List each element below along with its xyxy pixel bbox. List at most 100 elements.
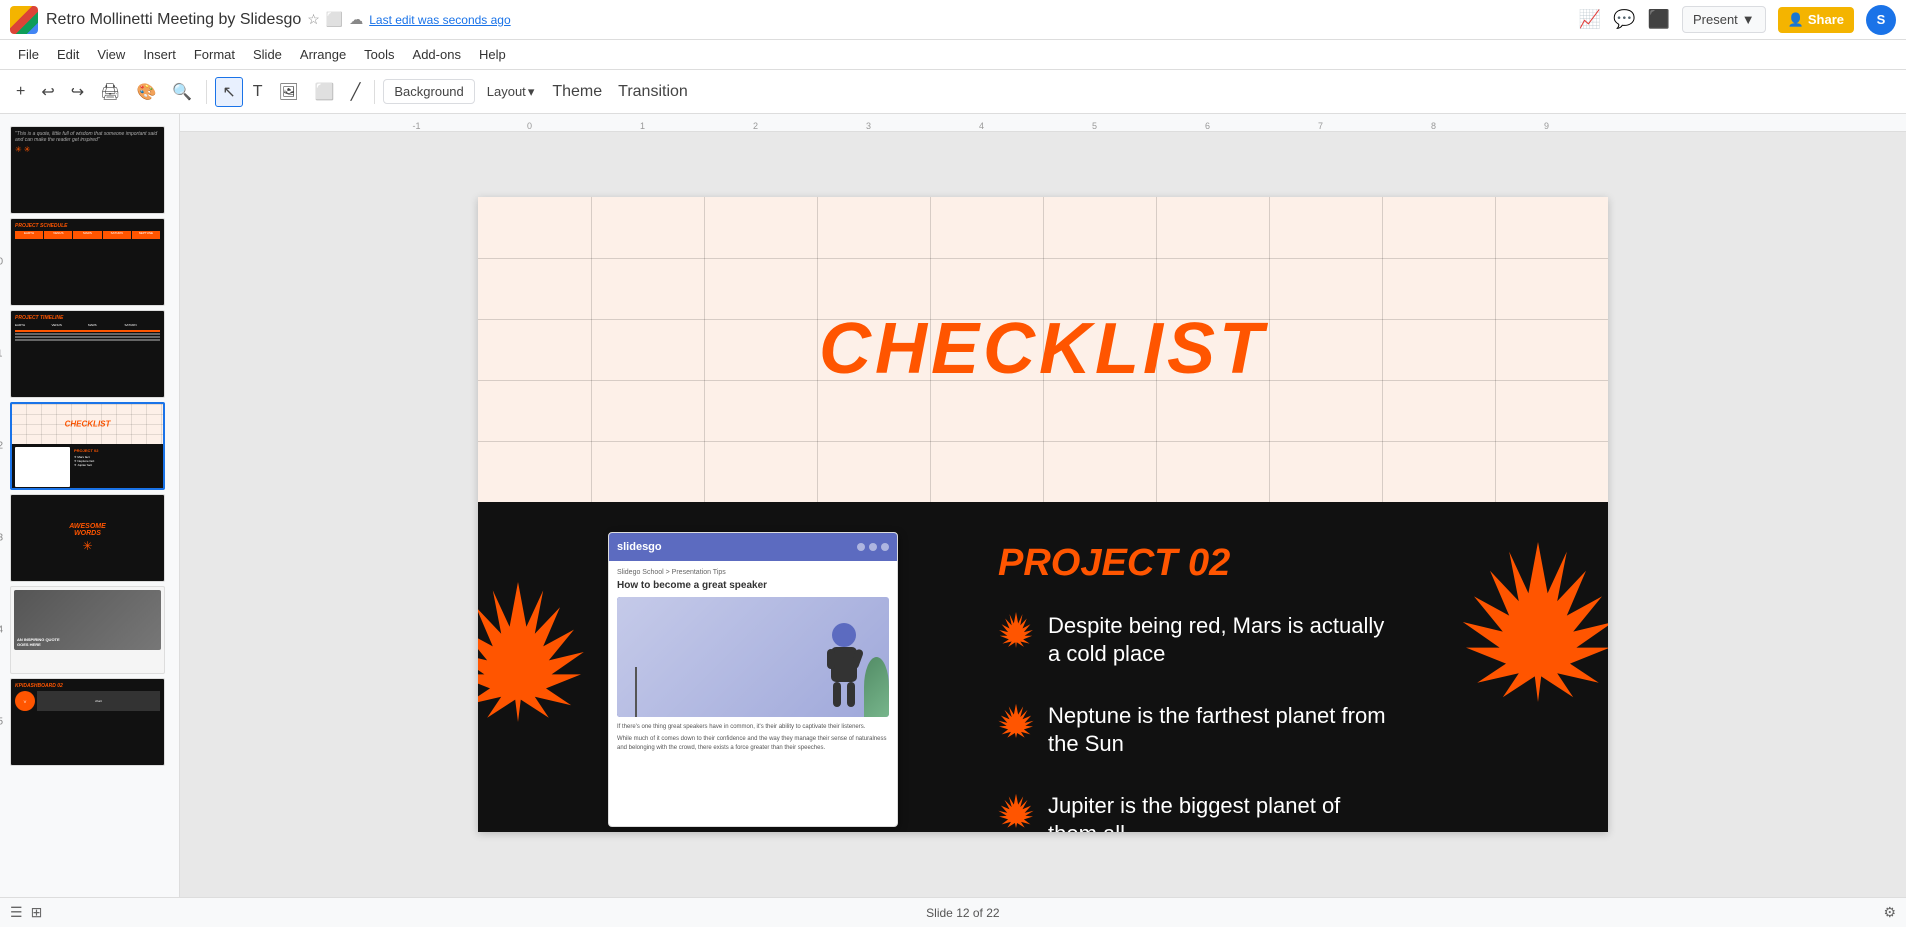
slide-thumb-9[interactable]: 9 "This is a quote, little full of wisdo… bbox=[10, 126, 169, 214]
slide-thumb-14[interactable]: 14 AN INSPIRING QUOTEGOES HERE bbox=[10, 586, 169, 674]
grid-h-4 bbox=[478, 441, 1608, 442]
top-bar: Retro Mollinetti Meeting by Slidesgo ☆ ⬜… bbox=[0, 0, 1906, 40]
checklist-item-3: Jupiter is the biggest planet of them al… bbox=[998, 792, 1388, 832]
preview-body: Slidego School > Presentation Tips How t… bbox=[609, 561, 897, 760]
transition-button[interactable]: Transition bbox=[612, 79, 694, 105]
zoom-button[interactable]: 🔍 bbox=[166, 78, 198, 106]
slide-num-13: 13 bbox=[0, 533, 3, 544]
starburst-icon-3 bbox=[998, 792, 1034, 828]
slide-num-10: 10 bbox=[0, 257, 3, 268]
preview-breadcrumb: Slidego School > Presentation Tips bbox=[617, 569, 889, 576]
menu-edit[interactable]: Edit bbox=[49, 44, 87, 65]
checklist-item-2: Neptune is the farthest planet from the … bbox=[998, 702, 1388, 759]
grid-v-3 bbox=[817, 197, 818, 502]
slide-thumb-11[interactable]: 11 PROJECT TIMELINE EARTH VENUS MARS SAT… bbox=[10, 310, 169, 398]
menu-help[interactable]: Help bbox=[471, 44, 514, 65]
slide-thumb-15[interactable]: 15 KPIDASHBOARD 02 V chart bbox=[10, 678, 169, 766]
menu-format[interactable]: Format bbox=[186, 44, 243, 65]
view-icons: ☰ ⊞ bbox=[10, 904, 42, 921]
folder-icon[interactable]: ⬜ bbox=[326, 11, 343, 28]
slide-thumb-13[interactable]: 13 AWESOMEWORDS ✳ bbox=[10, 494, 169, 582]
slide-num-12: 12 bbox=[0, 441, 3, 452]
menu-slide[interactable]: Slide bbox=[245, 44, 290, 65]
cursor-button[interactable]: ↖ bbox=[215, 77, 242, 107]
slide-thumb-12[interactable]: 12 CHECKLIST PROJECT 02 ✳ Mars fact ✳ Ne… bbox=[10, 402, 169, 490]
undo-button[interactable]: ↩ bbox=[35, 78, 60, 106]
star-icon[interactable]: ☆ bbox=[307, 11, 320, 28]
preview-controls bbox=[857, 543, 889, 551]
slide-num-15: 15 bbox=[0, 717, 3, 728]
comments-icon[interactable]: 💬 bbox=[1613, 9, 1635, 30]
item2-text: Neptune is the farthest planet from the … bbox=[1048, 702, 1388, 759]
slide-counter: Slide 12 of 22 bbox=[926, 906, 999, 920]
separator-2 bbox=[374, 80, 375, 104]
google-slides-icon bbox=[10, 6, 38, 34]
grid-v-7 bbox=[1269, 197, 1270, 502]
present-button[interactable]: Present ▼ bbox=[1682, 6, 1766, 33]
slide-panel: 9 "This is a quote, little full of wisdo… bbox=[0, 114, 180, 897]
preview-text1: If there's one thing great speakers have… bbox=[617, 723, 889, 731]
slide-thumb-img-13: AWESOMEWORDS ✳ bbox=[10, 494, 165, 582]
menu-addons[interactable]: Add-ons bbox=[405, 44, 469, 65]
present-label: Present bbox=[1693, 12, 1738, 27]
autosave-link[interactable]: Last edit was seconds ago bbox=[369, 13, 510, 27]
preview-dot-3 bbox=[881, 543, 889, 551]
print-button[interactable]: 🖨 bbox=[94, 78, 126, 106]
menu-view[interactable]: View bbox=[89, 44, 133, 65]
bottom-bar: ☰ ⊞ Slide 12 of 22 ⚙ bbox=[0, 897, 1906, 927]
item1-text: Despite being red, Mars is actually a co… bbox=[1048, 612, 1388, 669]
paint-format-button[interactable]: 🎨 bbox=[130, 78, 162, 106]
present-dropdown-icon[interactable]: ▼ bbox=[1742, 12, 1755, 27]
slide-thumb-img-9: "This is a quote, little full of wisdom … bbox=[10, 126, 165, 214]
horizontal-ruler: -1 0 1 2 3 4 5 6 7 8 9 bbox=[180, 114, 1906, 132]
toolbar: + ↩ ↪ 🖨 🎨 🔍 ↖ T 🖼 ⬜ ╱ Background Layout▾… bbox=[0, 70, 1906, 114]
preview-text2: While much of it comes down to their con… bbox=[617, 735, 889, 752]
avatar[interactable]: S bbox=[1866, 5, 1896, 35]
preview-header: slidesgo bbox=[609, 533, 897, 561]
image-button[interactable]: 🖼 bbox=[273, 78, 305, 106]
title-area: Retro Mollinetti Meeting by Slidesgo ☆ ⬜… bbox=[46, 11, 1571, 29]
preview-dot-1 bbox=[857, 543, 865, 551]
checklist-item-1: Despite being red, Mars is actually a co… bbox=[998, 612, 1388, 669]
grid-view-icon[interactable]: ⊞ bbox=[31, 904, 43, 921]
slide-thumb-10[interactable]: 10 PROJECT SCHEDULE EARTH VENUS MARS SAT… bbox=[10, 218, 169, 306]
share-button[interactable]: 👤 Share bbox=[1778, 7, 1854, 33]
item3-text: Jupiter is the biggest planet of them al… bbox=[1048, 792, 1388, 832]
avatar-initials: S bbox=[1877, 12, 1886, 27]
preview-main-title: How to become a great speaker bbox=[617, 580, 889, 591]
slide-preview-image[interactable]: slidesgo Slidego School > Presentation T… bbox=[608, 532, 898, 827]
list-view-icon[interactable]: ☰ bbox=[10, 904, 23, 921]
redo-button[interactable]: ↪ bbox=[65, 78, 90, 106]
menu-bar: File Edit View Insert Format Slide Arran… bbox=[0, 40, 1906, 70]
menu-insert[interactable]: Insert bbox=[135, 44, 184, 65]
layout-button[interactable]: Layout▾ bbox=[479, 80, 543, 104]
accessibility-icon[interactable]: ⚙ bbox=[1883, 904, 1896, 921]
checklist-title[interactable]: CHECKLIST bbox=[819, 308, 1267, 390]
menu-file[interactable]: File bbox=[10, 44, 47, 65]
analytics-icon[interactable]: 📈 bbox=[1579, 9, 1601, 30]
main-area: 9 "This is a quote, little full of wisdo… bbox=[0, 114, 1906, 897]
grid-v-2 bbox=[704, 197, 705, 502]
add-button[interactable]: + bbox=[10, 79, 31, 105]
share-icon: 👤 bbox=[1788, 12, 1804, 28]
background-button[interactable]: Background bbox=[383, 79, 474, 104]
project-title[interactable]: PROJECT 02 bbox=[998, 542, 1230, 585]
slide-thumb-img-12: CHECKLIST PROJECT 02 ✳ Mars fact ✳ Neptu… bbox=[10, 402, 165, 490]
cloud-icon[interactable]: ☁ bbox=[349, 11, 363, 28]
slides-view-icon[interactable]: ⬛ bbox=[1648, 9, 1670, 30]
slide-num-14: 14 bbox=[0, 625, 3, 636]
slide-thumb-img-14: AN INSPIRING QUOTEGOES HERE bbox=[10, 586, 165, 674]
line-button[interactable]: ╱ bbox=[345, 78, 367, 106]
text-button[interactable]: T bbox=[247, 79, 269, 105]
shape-button[interactable]: ⬜ bbox=[309, 78, 341, 106]
menu-arrange[interactable]: Arrange bbox=[292, 44, 354, 65]
grid-v-1 bbox=[591, 197, 592, 502]
grid-h-1 bbox=[478, 258, 1608, 259]
slide-bottom-section: slidesgo Slidego School > Presentation T… bbox=[478, 502, 1608, 832]
document-title: Retro Mollinetti Meeting by Slidesgo bbox=[46, 11, 301, 29]
canvas-scroll[interactable]: CHECKLIST bbox=[180, 132, 1906, 897]
deco-starburst-left bbox=[478, 582, 588, 722]
menu-tools[interactable]: Tools bbox=[356, 44, 402, 65]
slide-top-section: CHECKLIST bbox=[478, 197, 1608, 502]
theme-button[interactable]: Theme bbox=[546, 79, 608, 105]
